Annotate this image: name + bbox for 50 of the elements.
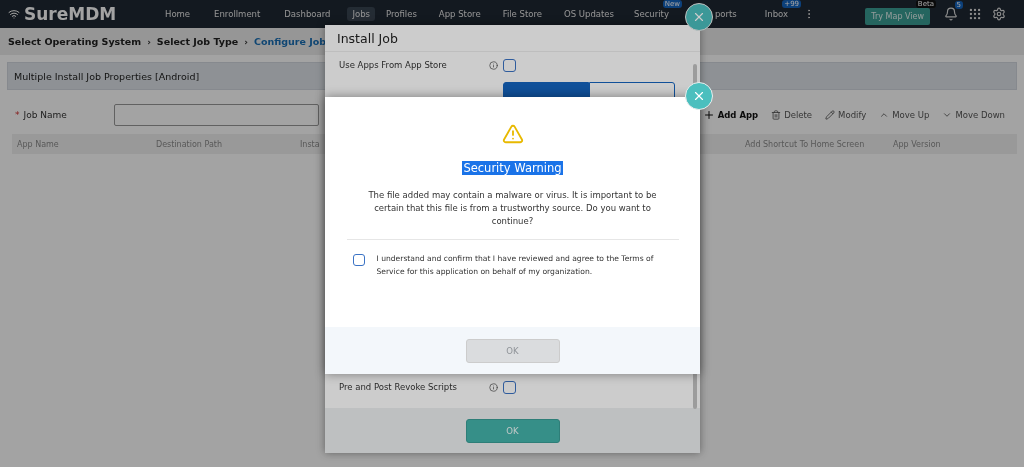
nav-item[interactable]: Security xyxy=(629,7,674,21)
chevron-icon: › xyxy=(244,36,248,47)
setting-label: Use Apps From App Store xyxy=(339,60,448,70)
nav-item[interactable]: Enrollment xyxy=(209,7,266,21)
plus-icon xyxy=(702,109,715,121)
column-header: Add Shortcut To Home Screen xyxy=(744,139,866,149)
warning-message: The file added may contain a malware or virus. It is important to be certain that this file is from a trustworthy source. Do you want to continue? xyxy=(367,189,658,229)
consent-checkbox[interactable] xyxy=(352,253,365,266)
chevron-icon: › xyxy=(147,36,151,47)
nav-item[interactable]: Inbox xyxy=(759,7,794,21)
add-app-button[interactable]: Add App xyxy=(702,109,759,121)
move-up-button[interactable]: Move Up xyxy=(879,109,930,121)
settings-icon[interactable] xyxy=(992,7,1006,21)
column-header: Destination Path xyxy=(155,139,224,149)
delete-button[interactable]: Delete xyxy=(771,109,813,121)
nav-item[interactable]: Home xyxy=(160,7,196,21)
warning-icon xyxy=(501,123,524,145)
column-header: App Name xyxy=(16,139,60,149)
logo: SureMDM xyxy=(24,4,117,24)
breadcrumb-item[interactable]: Select Operating System xyxy=(8,36,142,47)
info-icon xyxy=(489,60,498,70)
chevron-up-icon xyxy=(879,110,890,120)
checkbox[interactable] xyxy=(503,380,516,394)
close-icon xyxy=(692,89,706,103)
pencil-icon xyxy=(825,110,836,120)
job-name-label: Job Name xyxy=(23,110,68,120)
bell-icon[interactable] xyxy=(944,7,958,21)
chevron-down-icon xyxy=(942,110,953,120)
setting-label: Pre and Post Revoke Scripts xyxy=(339,382,458,392)
nav-item[interactable]: Profiles xyxy=(381,7,422,21)
close-icon xyxy=(692,10,706,24)
breadcrumb-item[interactable]: Configure Job xyxy=(254,36,327,47)
modify-button[interactable]: Modify xyxy=(825,109,867,121)
apps-grid-icon[interactable] xyxy=(968,7,982,21)
info-icon xyxy=(489,382,498,392)
nav-item[interactable]: Jobs xyxy=(347,7,375,21)
move-down-button[interactable]: Move Down xyxy=(942,109,1005,121)
nav-item[interactable]: ports xyxy=(709,7,742,21)
checkbox[interactable] xyxy=(503,58,516,72)
nav-item[interactable]: App Store xyxy=(433,7,486,21)
job-name-field[interactable] xyxy=(113,104,319,126)
breadcrumb-item[interactable]: Select Job Type xyxy=(156,36,239,47)
required-mark: * xyxy=(15,110,20,120)
nav-item[interactable]: Dashboard xyxy=(279,7,336,21)
nav-item[interactable]: OS Updates xyxy=(559,7,620,21)
nav-item[interactable]: File Store xyxy=(497,7,548,21)
trash-icon xyxy=(771,110,782,120)
warning-title: Security Warning xyxy=(462,161,563,175)
column-header: Insta xyxy=(299,139,321,149)
wifi-icon xyxy=(8,8,20,20)
